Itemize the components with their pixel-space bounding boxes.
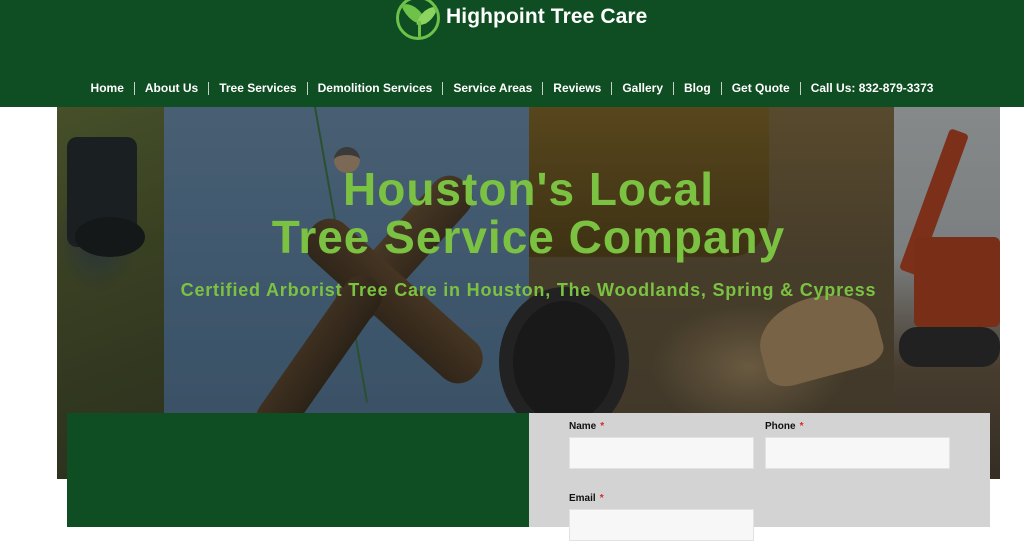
nav-blog[interactable]: Blog	[674, 81, 721, 95]
required-mark: *	[600, 421, 605, 432]
hero-title: Houston's Local Tree Service Company	[57, 165, 1000, 261]
nav-call-us[interactable]: Call Us: 832-879-3373	[801, 81, 944, 95]
required-mark: *	[599, 493, 604, 504]
hero-title-line-1: Houston's Local	[343, 163, 714, 215]
name-label: Name *	[569, 421, 604, 432]
nav-about-us[interactable]: About Us	[135, 81, 208, 95]
nav-get-quote[interactable]: Get Quote	[722, 81, 800, 95]
hero-subtitle: Certified Arborist Tree Care in Houston,…	[180, 280, 877, 300]
quote-form: Name * Phone * Email *	[529, 413, 990, 541]
email-label-text: Email	[569, 493, 596, 504]
required-mark: *	[799, 421, 804, 432]
site-logo[interactable]: Highpoint Tree Care	[396, 0, 647, 40]
nav-gallery[interactable]: Gallery	[612, 81, 673, 95]
phone-label: Phone *	[765, 421, 803, 432]
phone-field[interactable]	[765, 437, 950, 469]
main-nav: Home About Us Tree Services Demolition S…	[0, 79, 1024, 97]
green-content-block	[67, 413, 529, 527]
nav-service-areas[interactable]: Service Areas	[443, 81, 542, 95]
name-label-text: Name	[569, 421, 597, 432]
site-header: Highpoint Tree Care Home About Us Tree S…	[0, 0, 1024, 107]
leaf-logo-icon	[396, 0, 440, 40]
nav-tree-services[interactable]: Tree Services	[209, 81, 306, 95]
name-field[interactable]	[569, 437, 754, 469]
hero-title-line-2: Tree Service Company	[271, 211, 786, 263]
email-field[interactable]	[569, 509, 754, 541]
email-label: Email *	[569, 493, 604, 504]
nav-home[interactable]: Home	[81, 81, 134, 95]
phone-label-text: Phone	[765, 421, 796, 432]
brand-name: Highpoint Tree Care	[446, 5, 648, 28]
nav-reviews[interactable]: Reviews	[543, 81, 611, 95]
nav-demolition-services[interactable]: Demolition Services	[308, 81, 443, 95]
